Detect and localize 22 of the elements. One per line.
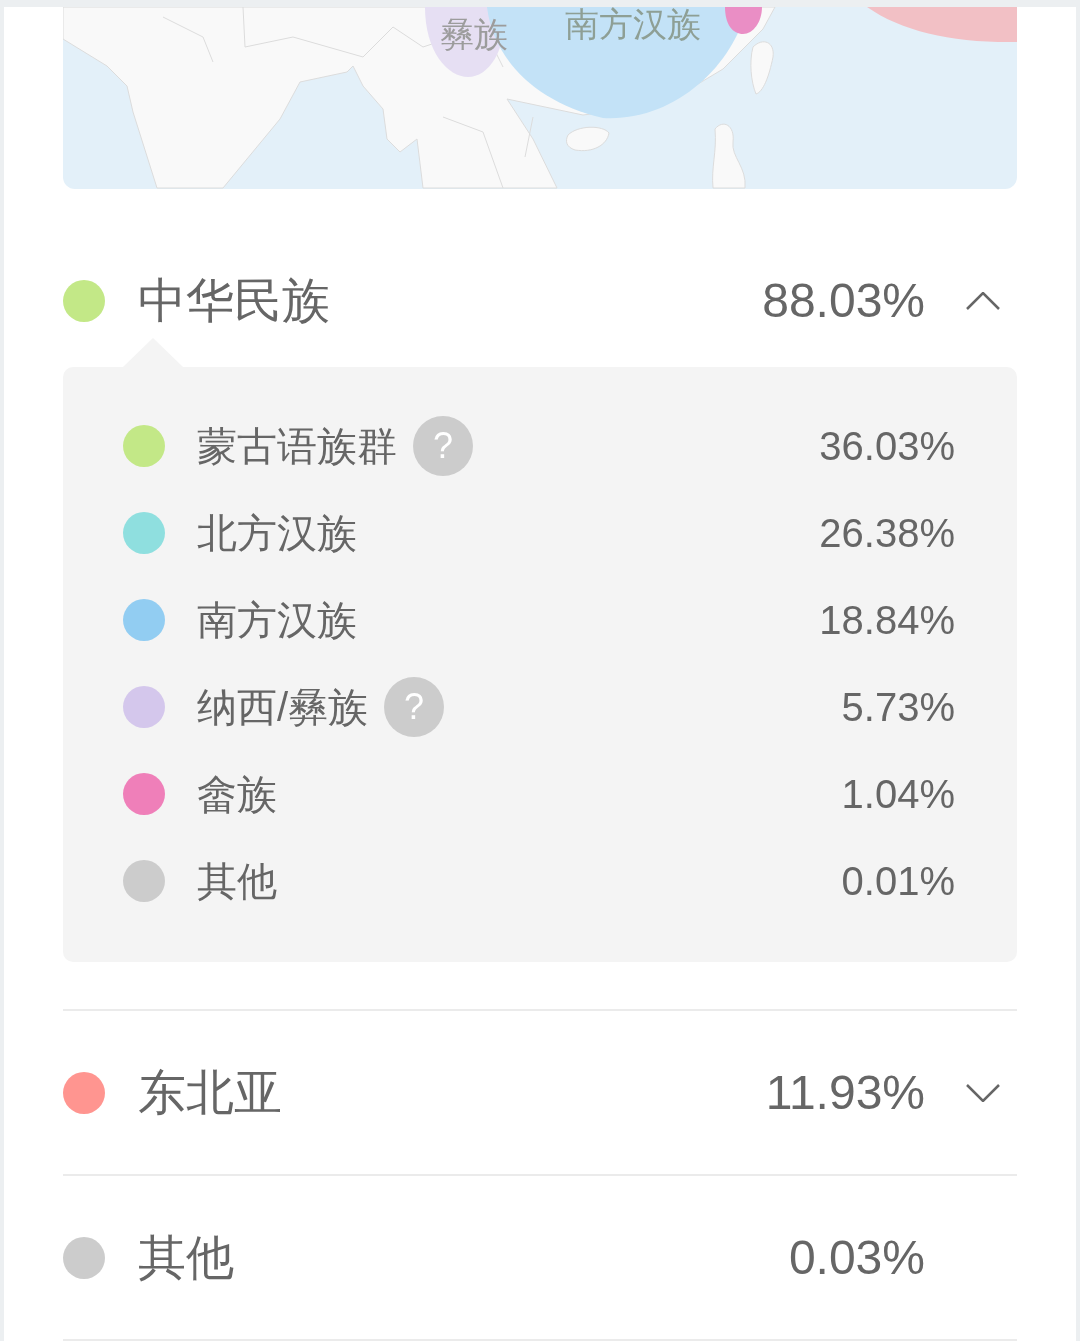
chevron-up-icon[interactable] [966, 291, 1000, 310]
subgroup-percentage: 18.84% [819, 599, 955, 640]
subgroup-name: 纳西/彝族 [197, 686, 369, 727]
subgroup-name: 南方汉族 [197, 599, 357, 640]
group-percentage: 11.93% [765, 1068, 925, 1117]
subgroup-name: 北方汉族 [197, 512, 357, 553]
group-name[interactable]: 东北亚 [138, 1068, 282, 1117]
subgroup-percentage: 5.73% [841, 686, 955, 727]
group-percentage: 0.03% [788, 1233, 925, 1282]
subgroup-name: 蒙古语族群 [197, 425, 397, 466]
subgroup-percentage: 36.03% [819, 425, 955, 466]
bubble-label: 南方汉族 [565, 7, 701, 41]
group-name[interactable]: 其他 [138, 1233, 234, 1282]
chevron-down-icon[interactable] [966, 1083, 1000, 1102]
subgroup-name: 畲族 [197, 773, 277, 814]
subgroup-percentage: 1.04% [841, 773, 955, 814]
subgroup-percentage: 0.01% [841, 860, 955, 901]
subgroup-percentage: 26.38% [819, 512, 955, 553]
group-percentage: 88.03% [762, 276, 925, 325]
bubble-label: 彝族 [440, 17, 508, 51]
group-name[interactable]: 中华民族 [138, 276, 330, 325]
subgroup-name: 其他 [197, 860, 277, 901]
